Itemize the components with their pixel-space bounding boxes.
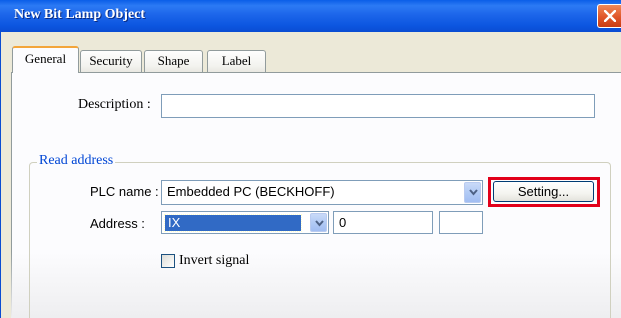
tab-shape[interactable]: Shape <box>144 50 203 72</box>
description-label: Description : <box>78 97 151 112</box>
chevron-down-icon <box>469 189 478 196</box>
address-value: 0 <box>339 215 347 230</box>
address-value-input[interactable]: 0 <box>333 211 433 234</box>
chevron-down-icon <box>315 220 324 227</box>
plc-name-value: Embedded PC (BECKHOFF) <box>167 184 335 199</box>
tab-shape-label: Shape <box>157 53 190 68</box>
plc-name-select[interactable]: Embedded PC (BECKHOFF) <box>161 180 483 205</box>
setting-button[interactable]: Setting... <box>493 181 594 202</box>
invert-signal-label[interactable]: Invert signal <box>179 253 249 269</box>
window-title: New Bit Lamp Object <box>14 7 146 22</box>
address-type-select[interactable]: IX <box>161 211 329 234</box>
plc-name-label: PLC name : <box>90 184 159 199</box>
tab-security[interactable]: Security <box>80 50 142 72</box>
tab-general-label: General <box>24 51 67 66</box>
tab-security-label: Security <box>89 53 133 68</box>
address-label: Address : <box>90 216 145 231</box>
read-address-group-title: Read address <box>37 153 116 169</box>
close-icon <box>604 10 616 22</box>
address-type-dropdown-button[interactable] <box>310 213 327 232</box>
tab-general[interactable]: General <box>12 46 79 73</box>
tab-label-label: Label <box>221 53 252 68</box>
description-input[interactable] <box>161 94 595 118</box>
address-type-value: IX <box>168 215 181 230</box>
tab-label[interactable]: Label <box>207 50 266 72</box>
invert-signal-checkbox[interactable] <box>161 254 175 268</box>
address-extra-input[interactable] <box>439 211 483 234</box>
plc-name-dropdown-button[interactable] <box>464 182 481 203</box>
setting-button-label: Setting... <box>517 184 570 199</box>
address-type-selection <box>164 214 302 232</box>
close-button[interactable] <box>597 4 621 28</box>
title-bar: New Bit Lamp Object <box>0 0 621 32</box>
